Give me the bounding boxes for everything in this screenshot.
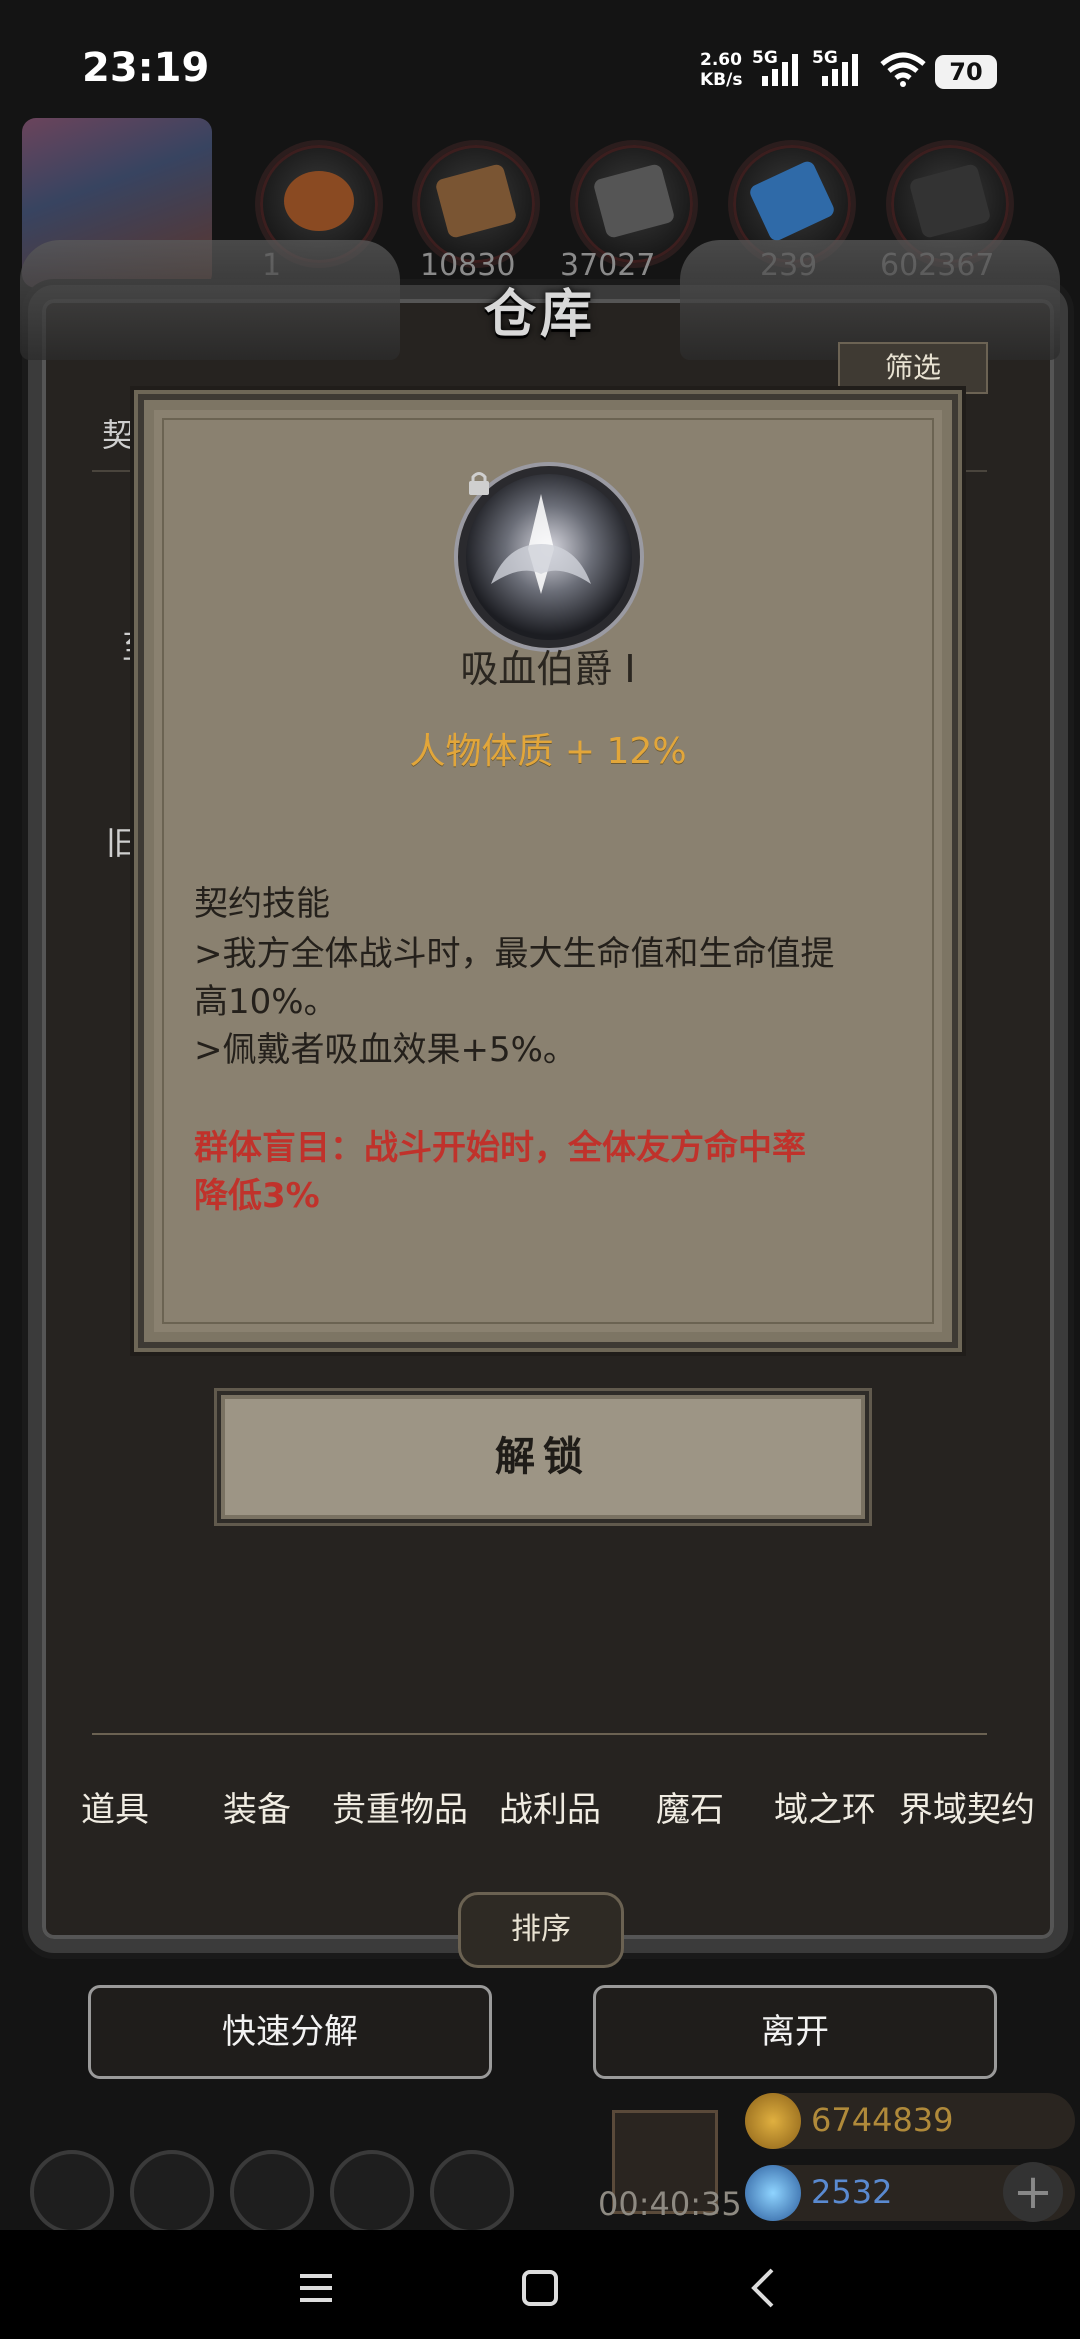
tab-valuables[interactable]: 贵重物品: [325, 1748, 475, 1872]
divider: [92, 1733, 987, 1735]
clock: 23:19: [82, 45, 210, 91]
gold-value: 6744839: [811, 2101, 954, 2139]
emblem-icon: [491, 494, 591, 594]
sort-button[interactable]: 排序: [458, 1892, 624, 1968]
back-icon[interactable]: [734, 2258, 794, 2318]
add-currency-button[interactable]: +: [1003, 2162, 1063, 2222]
warehouse-title: 仓库: [483, 284, 596, 345]
list-item-label: 旧: [106, 824, 139, 862]
home-icon[interactable]: [510, 2258, 570, 2318]
category-tabs: 道具 装备 贵重物品 战利品 魔石 域之环 界域契约: [60, 1748, 1040, 1872]
battery-indicator: 70: [935, 55, 997, 89]
gem-icon: [745, 2165, 801, 2221]
debuff-line: 群体盲目：战斗开始时，全体友方命中率: [194, 1128, 806, 1168]
signal-icon: [762, 54, 798, 86]
net-speed-unit: KB/s: [700, 70, 743, 90]
skill-line: 高10%。: [194, 982, 338, 1022]
unlock-button[interactable]: 解锁: [217, 1391, 869, 1523]
wifi-icon: [880, 52, 926, 87]
filter-button[interactable]: 筛选: [838, 342, 988, 394]
skill-line: >佩戴者吸血效果+5%。: [194, 1030, 577, 1070]
item-attribute: 人物体质 + 12%: [409, 731, 687, 772]
signal-icon-2: [822, 54, 858, 86]
menu-icon[interactable]: [286, 2258, 346, 2318]
tab-magic-stones[interactable]: 魔石: [640, 1748, 740, 1872]
skill-line: >我方全体战斗时，最大生命值和生命值提: [194, 934, 835, 974]
quick-decompose-button[interactable]: 快速分解: [88, 1985, 492, 2079]
lock-icon: [469, 472, 489, 495]
settings-icon[interactable]: [30, 2150, 114, 2234]
gold-balance: 6744839: [745, 2093, 1075, 2149]
tab-loot[interactable]: 战利品: [485, 1748, 615, 1872]
frame-ornament-left: [20, 240, 400, 360]
gift-timer: 00:40:35: [598, 2185, 742, 2223]
castle-icon[interactable]: [230, 2150, 314, 2234]
system-nav-bar: [0, 2230, 1080, 2339]
item-name: 吸血伯爵 I: [460, 647, 636, 691]
leave-button[interactable]: 离开: [593, 1985, 997, 2079]
net-speed: 2.60 KB/s: [700, 50, 742, 90]
gem-value: 2532: [811, 2173, 893, 2211]
star-icon[interactable]: [130, 2150, 214, 2234]
item-detail-popup: 吸血伯爵 I 人物体质 + 12% 契约技能 >我方全体战斗时，最大生命值和生命…: [138, 394, 958, 1348]
tab-realm-contracts[interactable]: 界域契约: [892, 1748, 1042, 1872]
chat-icon[interactable]: [430, 2150, 514, 2234]
debuff-line: 降低3%: [194, 1176, 320, 1216]
skill-title: 契约技能: [194, 884, 330, 924]
tab-items[interactable]: 道具: [60, 1748, 170, 1872]
mail-icon[interactable]: [330, 2150, 414, 2234]
net-speed-value: 2.60: [700, 50, 742, 70]
tab-domain-rings[interactable]: 域之环: [765, 1748, 885, 1872]
status-bar: 23:19 2.60 KB/s 5G 5G 70: [0, 0, 1080, 120]
tab-equipment[interactable]: 装备: [202, 1748, 312, 1872]
gold-coin-icon: [745, 2093, 801, 2149]
list-item-label: 契: [102, 416, 135, 454]
